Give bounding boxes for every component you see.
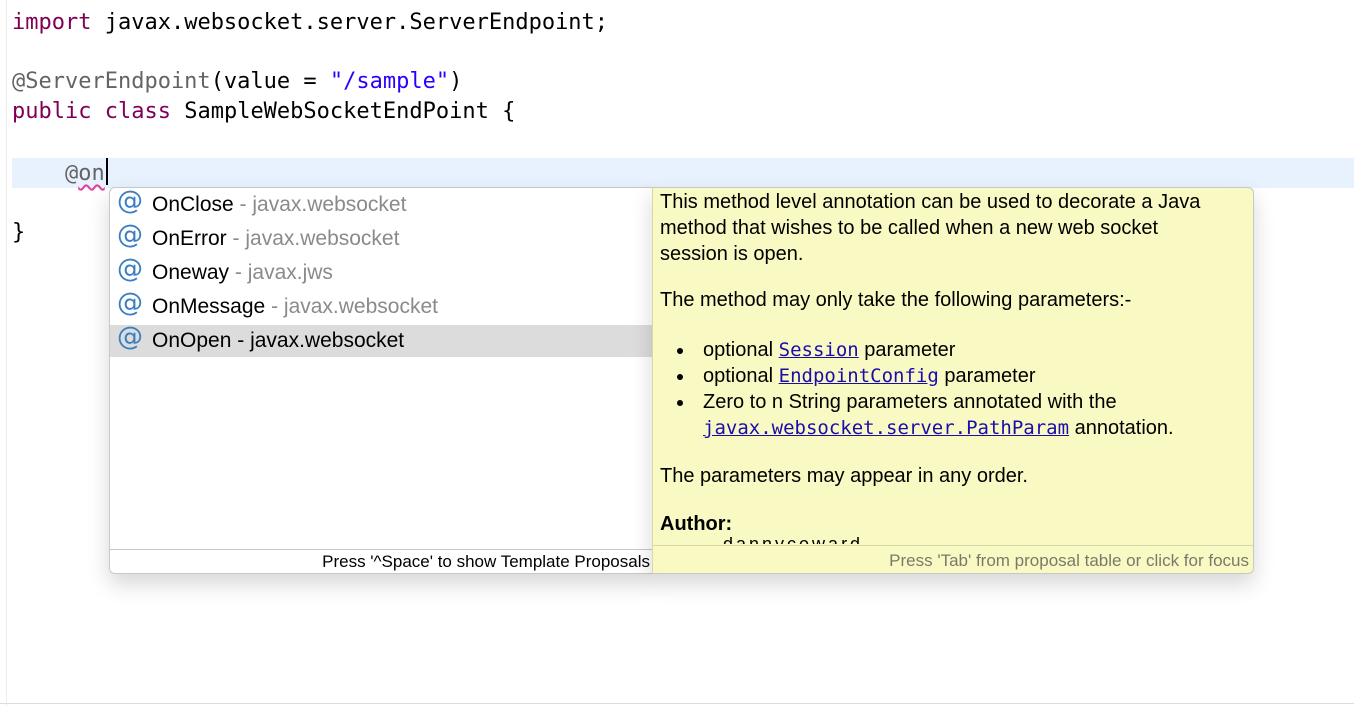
proposal-onmessage[interactable]: @ OnMessage - javax.websocket [110, 288, 653, 323]
editor-bottom-border [0, 703, 1354, 704]
bullet-text: annotation. [1069, 417, 1174, 439]
bullet-marker [677, 374, 683, 380]
bullet-text: parameter [938, 365, 1036, 387]
bullet-text: optional [703, 339, 779, 361]
proposal-name: OnClose [152, 193, 234, 216]
bullet-text: parameter [858, 339, 956, 361]
doc-bullet-endpointconfig: optional EndpointConfig parameter [703, 363, 1036, 389]
annotation-icon: @ [117, 322, 143, 352]
keyword-import: import [12, 10, 92, 35]
code-line-class-declaration[interactable]: public class SampleWebSocketEndPoint { [12, 97, 515, 127]
proposal-name: OnError [152, 227, 227, 250]
annotation-icon: @ [117, 288, 143, 318]
proposal-separator: - [233, 193, 253, 216]
author-value: dannycoward [723, 537, 863, 544]
current-line-highlight [12, 158, 1354, 188]
server-endpoint-annotation: @ServerEndpoint [12, 69, 211, 94]
proposal-onopen[interactable]: @ OnOpen - javax.websocket [110, 322, 653, 357]
bullet-text: Zero to n String parameters annotated wi… [703, 391, 1117, 413]
code-line-closing-brace[interactable]: } [12, 218, 25, 248]
keyword-class: class [104, 99, 171, 124]
javadoc-content: This method level annotation can be used… [653, 188, 1253, 544]
code-line-import[interactable]: import javax.websocket.server.ServerEndp… [12, 8, 608, 38]
doc-parameters-order: The parameters may appear in any order. [660, 465, 1028, 487]
proposals-status-bar[interactable]: Press '^Space' to show Template Proposal… [110, 549, 653, 573]
proposal-package: javax.websocket [245, 227, 400, 250]
proposal-separator: - [231, 329, 251, 352]
string-literal: "/sample" [329, 69, 450, 94]
pathparam-link[interactable]: javax.websocket.server.PathParam [703, 417, 1069, 439]
proposal-package: javax.websocket [250, 329, 405, 352]
annotation-args-open: (value = [210, 69, 330, 94]
bullet-marker [677, 348, 683, 354]
proposal-separator: - [229, 261, 248, 284]
endpointconfig-link[interactable]: EndpointConfig [779, 365, 939, 387]
typed-at-sign: @ [64, 161, 79, 186]
keyword-public: public [12, 99, 92, 124]
typed-text-misspelled: on [78, 161, 105, 186]
doc-bullet-session: optional Session parameter [703, 337, 955, 363]
class-name: SampleWebSocketEndPoint { [170, 99, 516, 124]
proposal-name: Oneway [152, 261, 230, 284]
proposal-name: OnOpen [152, 329, 232, 352]
editor-gutter-border [6, 0, 7, 706]
import-path: javax.websocket.server.ServerEndpoint; [91, 10, 609, 35]
proposal-name: OnMessage [152, 295, 266, 318]
content-assist-proposals[interactable]: @ OnClose - javax.websocket @ OnError - … [109, 187, 653, 574]
proposal-package: javax.websocket [252, 193, 407, 216]
annotation-icon: @ [117, 187, 143, 216]
javadoc-hover-panel[interactable]: This method level annotation can be used… [652, 187, 1254, 574]
template-proposals-hint: Press '^Space' to show Template Proposal… [322, 552, 650, 571]
doc-description: This method level annotation can be used… [660, 191, 1201, 265]
doc-bullet-pathparam: Zero to n String parameters annotated wi… [703, 389, 1243, 441]
annotation-args-close: ) [449, 69, 463, 94]
bullet-text: optional [703, 365, 779, 387]
annotation-icon: @ [117, 254, 143, 284]
text-caret [105, 158, 108, 185]
proposal-onerror[interactable]: @ OnError - javax.websocket [110, 220, 653, 255]
doc-parameters-intro: The method may only take the following p… [660, 289, 1132, 311]
code-line-current[interactable]: @on [12, 158, 108, 188]
proposal-package: javax.websocket [283, 295, 438, 318]
closing-brace: } [12, 220, 26, 245]
proposal-separator: - [226, 227, 246, 250]
doc-author-label: Author: [660, 513, 733, 535]
proposal-package: javax.jws [247, 261, 333, 284]
docs-status-bar[interactable]: Press 'Tab' from proposal table or click… [653, 545, 1253, 573]
annotation-icon: @ [117, 220, 143, 250]
session-link[interactable]: Session [779, 339, 859, 361]
focus-hint: Press 'Tab' from proposal table or click… [889, 551, 1249, 570]
code-line-annotation[interactable]: @ServerEndpoint(value = "/sample") [12, 67, 462, 97]
doc-author-value-clipped: dannycoward [723, 537, 883, 544]
proposal-separator: - [265, 295, 284, 318]
bullet-marker [677, 400, 683, 406]
proposal-onclose[interactable]: @ OnClose - javax.websocket [110, 187, 653, 221]
proposal-oneway[interactable]: @ Oneway - javax.jws [110, 254, 653, 289]
